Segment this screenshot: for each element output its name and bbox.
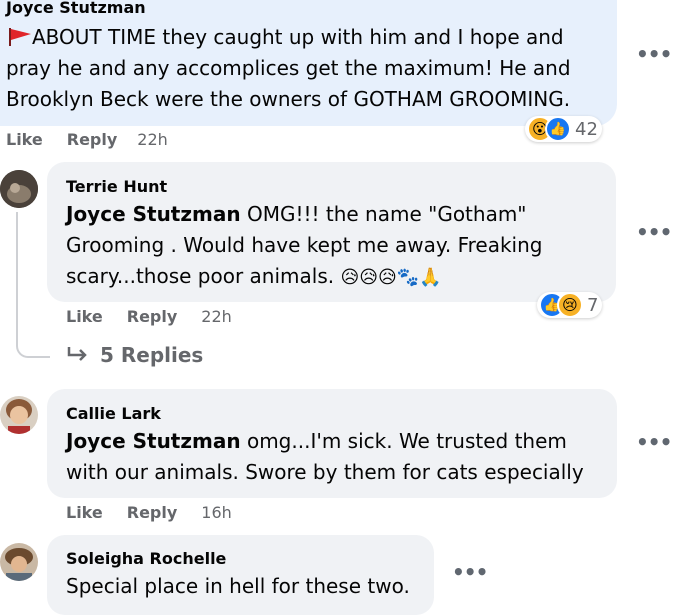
- more-options-icon[interactable]: •••: [636, 430, 672, 454]
- reply-link[interactable]: Reply: [127, 503, 178, 522]
- comment-text-terrie: Joyce Stutzman OMG!!! the name "Gotham" …: [66, 199, 606, 293]
- view-replies-link[interactable]: 5 Replies: [66, 343, 203, 367]
- sad-reaction-icon: 😢: [557, 292, 583, 318]
- like-link[interactable]: Like: [6, 130, 43, 149]
- comment-text-line: with our animals. Swore by them for cats…: [66, 460, 584, 484]
- avatar[interactable]: [0, 396, 38, 434]
- red-flag-icon: [9, 28, 31, 46]
- comment-text-callie: Joyce Stutzman omg...I'm sick. We truste…: [66, 426, 611, 488]
- reaction-summary[interactable]: 😮 👍 42: [525, 116, 602, 142]
- mention-link[interactable]: Joyce Stutzman: [66, 429, 241, 453]
- reply-arrow-icon: [67, 347, 87, 361]
- comment-text-joyce: ABOUT TIME they caught up with him and I…: [6, 22, 611, 115]
- avatar[interactable]: [0, 170, 38, 208]
- comment-meta-joyce: Like Reply 22h: [6, 130, 168, 149]
- like-link[interactable]: Like: [66, 307, 103, 326]
- comment-text-line: ABOUT TIME they caught up with him and I…: [32, 25, 564, 49]
- comment-meta-terrie: Like Reply 22h: [66, 307, 232, 326]
- reaction-count: 7: [587, 294, 599, 316]
- emoji-sequence: 😥😥😥🐾🙏: [340, 267, 442, 288]
- comment-text-line: OMG!!! the name "Gotham": [246, 202, 527, 226]
- comment-meta-callie: Like Reply 16h: [66, 503, 232, 522]
- thread-connector: [16, 330, 50, 358]
- comment-text-line: omg...I'm sick. We trusted them: [246, 429, 567, 453]
- reaction-summary[interactable]: 👍 😢 7: [537, 292, 603, 318]
- comment-text-line: Brooklyn Beck were the owners of GOTHAM …: [6, 87, 571, 111]
- avatar[interactable]: [0, 543, 38, 581]
- like-link[interactable]: Like: [66, 503, 103, 522]
- comment-author-joyce[interactable]: Joyce Stutzman: [6, 0, 146, 17]
- thread-line: [16, 212, 18, 342]
- comment-author-soleigha[interactable]: Soleigha Rochelle: [66, 549, 226, 568]
- comment-text-line: Grooming . Would have kept me away. Frea…: [66, 233, 543, 257]
- comment-timestamp[interactable]: 22h: [201, 307, 232, 326]
- reaction-count: 42: [575, 118, 598, 140]
- comment-text-soleigha: Special place in hell for these two.: [66, 574, 410, 598]
- like-reaction-icon: 👍: [545, 116, 571, 142]
- comment-timestamp[interactable]: 22h: [137, 130, 168, 149]
- comment-text-line: scary...those poor animals.: [66, 264, 335, 288]
- mention-link[interactable]: Joyce Stutzman: [66, 202, 241, 226]
- reply-link[interactable]: Reply: [67, 130, 118, 149]
- more-options-icon[interactable]: •••: [636, 42, 672, 66]
- reply-link[interactable]: Reply: [127, 307, 178, 326]
- comment-text-line: pray he and any accomplices get the maxi…: [6, 56, 571, 80]
- replies-count-label[interactable]: 5 Replies: [100, 343, 203, 367]
- more-options-icon[interactable]: •••: [636, 220, 672, 244]
- comment-timestamp[interactable]: 16h: [201, 503, 232, 522]
- comment-author-terrie[interactable]: Terrie Hunt: [66, 177, 167, 196]
- more-options-icon[interactable]: •••: [452, 560, 488, 584]
- comment-author-callie[interactable]: Callie Lark: [66, 404, 161, 423]
